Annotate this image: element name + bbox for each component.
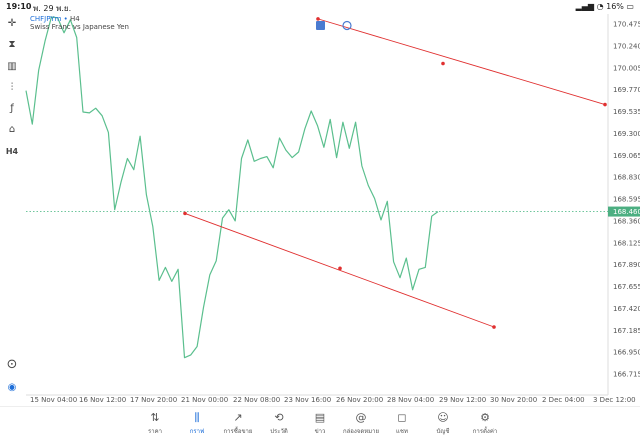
nav-settings-label: การตั้งค่า (472, 428, 498, 435)
trend-line (184, 213, 495, 328)
nav-mailbox[interactable]: @ กล่องจดหมาย (341, 411, 381, 436)
price-tick-label: 168.125 (613, 239, 640, 247)
trend-line-anchor (492, 325, 496, 329)
price-tick-label: 168.360 (613, 217, 640, 225)
nav-news[interactable]: ▤ ข่าว (300, 411, 340, 436)
function-icon[interactable]: ƒ (5, 102, 19, 116)
nav-trade-icon: ↗ (233, 411, 243, 424)
nav-quotes[interactable]: ⇅ ราคา (135, 411, 175, 436)
price-tick-label: 168.830 (613, 174, 640, 182)
time-tick-label: 28 Nov 04:00 (387, 396, 434, 404)
symbol-name: CHFJPYm (30, 15, 62, 23)
nav-history-label: ประวัติ (270, 428, 288, 435)
time-tick-label: 15 Nov 04:00 (30, 396, 77, 404)
trend-line-anchor (338, 266, 342, 271)
nav-chat-icon: ◻ (397, 411, 407, 424)
time-tick-label: 16 Nov 12:00 (79, 396, 126, 404)
nav-chart-label: กราฟ (189, 428, 205, 435)
time-tick-label: 3 Dec 12:00 (593, 396, 636, 404)
price-tick-label: 170.240 (613, 42, 640, 50)
nav-settings-icon: ⚙ (480, 411, 490, 424)
nav-news-label: ข่าว (314, 428, 326, 435)
nav-account-label: บัญชี (436, 428, 450, 435)
price-tick-label: 166.950 (613, 349, 640, 357)
price-tick-label: 170.475 (613, 21, 640, 29)
nav-trade[interactable]: ↗ การซื้อขาย (218, 411, 258, 436)
time-tick-label: 26 Nov 20:00 (336, 396, 383, 404)
chart-area[interactable]: 170.475 170.240 170.005 169.770 169.535 169.3… (0, 0, 640, 447)
nav-mailbox-label: กล่องจดหมาย (342, 428, 380, 435)
nav-trade-label: การซื้อขาย (223, 428, 253, 435)
nav-account-icon: ☺ (437, 411, 449, 424)
trend-line-anchor (316, 17, 320, 21)
price-tick-label: 170.005 (613, 64, 640, 72)
trade-marker-circle-icon (342, 20, 352, 31)
symbol-description: Swiss Franc vs Japanese Yen (30, 23, 129, 31)
timer-icon[interactable]: ⊙ (5, 358, 19, 372)
time-tick-label: 17 Nov 20:00 (130, 396, 177, 404)
nav-history[interactable]: ⟲ ประวัติ (259, 411, 299, 436)
nav-news-icon: ▤ (314, 411, 326, 424)
app-logo-icon[interactable]: ◉ (5, 381, 19, 395)
time-tick-label: 23 Nov 16:00 (284, 396, 331, 404)
price-tick-label: 167.185 (613, 327, 640, 335)
bars-icon[interactable]: ▥ (5, 60, 19, 74)
nav-chat-label: แชท (396, 428, 408, 435)
crosshair-icon[interactable]: ✛ (5, 17, 19, 31)
nav-mailbox-icon: @ (355, 411, 367, 424)
trend-line (317, 18, 606, 105)
symbol-label: CHFJPYm • H4 (30, 15, 80, 23)
trend-line-anchor (603, 102, 607, 107)
time-tick-label: 2 Dec 04:00 (542, 396, 585, 404)
trade-marker-icon (316, 21, 325, 30)
bottom-navigation: ⇅ ราคา ⫼ กราฟ ↗ การซื้อขาย ⟲ ประวัติ ▤ ข่าว @ กล่อง… (0, 406, 640, 448)
price-chart[interactable]: 170.475 170.240 170.005 169.770 169.535 169.3… (0, 0, 640, 447)
nav-chat[interactable]: ◻ แชท (382, 411, 422, 436)
trend-line-anchor (441, 61, 445, 66)
candles-icon[interactable]: ⧗ (5, 38, 19, 52)
left-toolbar: ✛ ⧗ ▥ ⫶ ƒ ⌂ H4 ⊙ ◉ (0, 14, 24, 409)
price-tick-label: 169.770 (613, 86, 640, 94)
current-price-label: 168.460 (613, 208, 640, 216)
time-tick-label: 21 Nov 00:00 (181, 396, 228, 404)
indicators-icon[interactable]: ⫶ (5, 81, 19, 95)
nav-chart-icon: ⫼ (194, 411, 200, 424)
price-tick-label: 167.420 (613, 305, 640, 313)
time-tick-label: 30 Nov 20:00 (490, 396, 537, 404)
trend-line-anchor (183, 211, 187, 216)
nav-chart[interactable]: ⫼ กราฟ (177, 411, 217, 436)
price-tick-label: 169.300 (613, 130, 640, 138)
price-series-line (25, 16, 439, 359)
objects-icon[interactable]: ⌂ (5, 123, 19, 137)
time-tick-label: 29 Nov 12:00 (439, 396, 486, 404)
price-tick-label: 166.715 (613, 371, 640, 379)
timeframe-name: H4 (70, 15, 80, 23)
time-tick-label: 22 Nov 08:00 (233, 396, 280, 404)
price-tick-label: 167.890 (613, 261, 640, 269)
nav-history-icon: ⟲ (274, 411, 284, 424)
nav-quotes-label: ราคา (148, 428, 162, 435)
nav-account[interactable]: ☺ บัญชี (423, 411, 463, 436)
nav-settings[interactable]: ⚙ การตั้งค่า (465, 411, 505, 436)
price-tick-label: 169.065 (613, 152, 640, 160)
price-tick-label: 167.655 (613, 283, 640, 291)
price-tick-label: 169.535 (613, 108, 640, 116)
nav-quotes-icon: ⇅ (150, 411, 160, 424)
timeframe-button[interactable]: H4 (5, 145, 19, 159)
price-tick-label: 168.595 (613, 196, 640, 204)
